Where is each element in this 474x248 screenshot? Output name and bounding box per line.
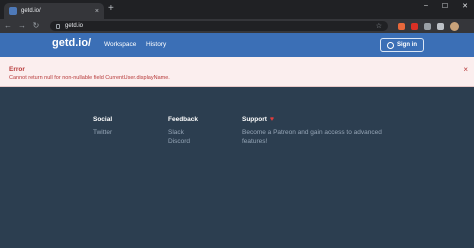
alert-title: Error [9,66,25,73]
footer-feedback: Feedback Slack Discord [168,116,198,146]
alert-close-icon[interactable]: × [463,66,468,74]
close-window-button[interactable]: ✕ [462,2,468,10]
footer-heading-support: Support ♥ [242,116,382,123]
site-logo[interactable]: getd.io/ [52,37,91,49]
extension-icon[interactable] [424,22,431,30]
alert-message: Cannot return null for non-nullable fiel… [9,75,170,81]
extension-icon[interactable] [437,22,444,30]
tab-close-icon[interactable]: × [95,8,99,15]
github-icon [387,41,394,49]
sign-in-button[interactable]: Sign in [380,38,424,52]
new-tab-button[interactable]: + [108,4,114,14]
lock-icon [56,23,60,29]
address-bar[interactable]: getd.io ☆ [50,21,388,31]
window-controls: – ☐ ✕ [424,2,468,10]
forward-arrow-icon[interactable]: → [18,22,26,30]
reload-icon[interactable]: ↻ [32,22,40,30]
support-text-line[interactable]: Become a Patreon and gain access to adva… [242,128,382,137]
footer-link-discord[interactable]: Discord [168,137,198,146]
extension-icon[interactable] [411,22,418,30]
site-favicon-icon [9,7,17,15]
footer-link-slack[interactable]: Slack [168,128,198,137]
profile-avatar[interactable] [450,21,459,31]
footer-heading: Feedback [168,116,198,123]
support-heading-text: Support [242,116,267,123]
browser-tab-bar: getd.io/ × + – ☐ ✕ [0,0,474,19]
footer-social: Social Twitter [93,116,112,137]
maximize-button[interactable]: ☐ [442,2,448,10]
nav-history[interactable]: History [146,41,166,48]
sign-in-label: Sign in [397,42,417,48]
site-header: getd.io/ Workspace History Sign in [0,33,474,57]
footer-support: Support ♥ Become a Patreon and gain acce… [242,116,382,146]
footer-link-twitter[interactable]: Twitter [93,128,112,137]
tab-title: getd.io/ [21,8,41,14]
browser-toolbar: ← → ↻ getd.io ☆ [0,19,474,33]
footer-heading: Social [93,116,113,123]
heart-icon: ♥ [269,116,275,123]
back-arrow-icon[interactable]: ← [4,22,12,30]
nav-workspace[interactable]: Workspace [104,41,136,48]
support-text-line[interactable]: features! [242,137,382,146]
error-alert: Error Cannot return null for non-nullabl… [0,57,474,87]
extensions-area [398,21,459,31]
bookmark-star-icon[interactable]: ☆ [376,22,382,30]
url-text: getd.io [65,23,84,29]
browser-tab[interactable]: getd.io/ × [4,3,104,19]
brave-shield-icon[interactable] [398,22,405,30]
minimize-button[interactable]: – [424,2,428,10]
